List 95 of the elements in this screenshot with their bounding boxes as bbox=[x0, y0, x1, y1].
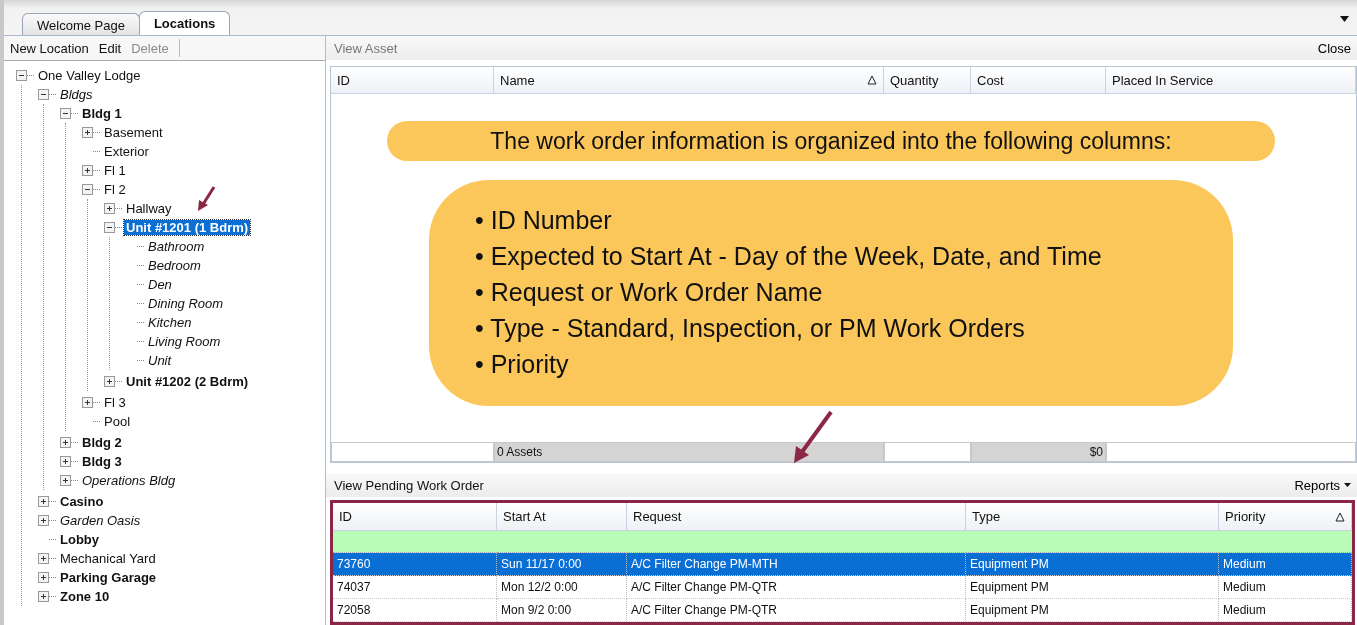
collapse-icon[interactable] bbox=[60, 108, 71, 119]
expand-icon[interactable] bbox=[82, 165, 93, 176]
collapse-icon[interactable] bbox=[38, 89, 49, 100]
callout-bullet: • Expected to Start At - Day of the Week, Date, and Time bbox=[475, 241, 1103, 272]
column-header[interactable]: Type bbox=[966, 503, 1219, 531]
tab[interactable]: Locations bbox=[138, 11, 231, 35]
expand-icon[interactable] bbox=[38, 553, 49, 564]
collapse-icon[interactable] bbox=[82, 184, 93, 195]
tree-item[interactable]: Bldg 1 bbox=[80, 106, 124, 121]
tree-item[interactable]: Bedroom bbox=[146, 258, 203, 273]
tree-item[interactable]: Zone 10 bbox=[58, 589, 112, 604]
new-row-cell[interactable] bbox=[1219, 531, 1352, 553]
column-header[interactable]: Quantity bbox=[884, 67, 971, 94]
tree-item[interactable]: Fl 3 bbox=[102, 395, 128, 410]
expand-icon[interactable] bbox=[38, 515, 49, 526]
column-header[interactable]: Cost bbox=[971, 67, 1106, 94]
tree-item[interactable]: Bldg 2 bbox=[80, 435, 124, 450]
tree-item[interactable]: Unit bbox=[146, 353, 174, 368]
column-header[interactable]: Start At bbox=[497, 503, 627, 531]
tree-item[interactable]: Kitchen bbox=[146, 315, 194, 330]
toolbar-button[interactable]: Edit bbox=[98, 40, 122, 56]
tree-item[interactable]: Dining Room bbox=[146, 296, 226, 311]
tree-item[interactable]: Hallway bbox=[124, 201, 174, 216]
collapse-icon[interactable] bbox=[104, 222, 115, 233]
tree-item[interactable]: Lobby bbox=[58, 532, 101, 547]
expand-icon[interactable] bbox=[104, 376, 115, 387]
panel-title: View Asset bbox=[334, 40, 398, 56]
column-header[interactable]: Request bbox=[627, 503, 966, 531]
table-cell: Mon 9/2 0:00 bbox=[497, 599, 627, 622]
summary-cell: 0 Assets bbox=[494, 442, 884, 462]
callout-bullet: • Priority bbox=[475, 349, 570, 380]
tree-item[interactable]: Bldgs bbox=[58, 87, 95, 102]
tree-item[interactable]: Parking Garage bbox=[58, 570, 159, 585]
callout-heading: The work order information is organized into the following columns: bbox=[387, 121, 1275, 161]
tree-item[interactable]: Living Room bbox=[146, 334, 223, 349]
table-cell: A/C Filter Change PM-QTR bbox=[627, 599, 966, 622]
tree-item[interactable]: Bathroom bbox=[146, 239, 207, 254]
new-row-cell[interactable] bbox=[333, 531, 497, 553]
table-cell: A/C Filter Change PM-MTH bbox=[627, 553, 966, 576]
table-cell: Medium bbox=[1219, 576, 1352, 599]
summary-cell: $0 bbox=[971, 442, 1106, 462]
pointer-arrow bbox=[792, 410, 834, 464]
tree-item[interactable]: Unit #1202 (2 Bdrm) bbox=[124, 374, 251, 389]
expand-icon[interactable] bbox=[104, 203, 115, 214]
column-header[interactable]: Priority bbox=[1219, 503, 1352, 531]
expand-icon[interactable] bbox=[60, 437, 71, 448]
column-header[interactable]: ID bbox=[333, 503, 497, 531]
table-cell: Equipment PM bbox=[966, 599, 1219, 622]
caret-icon bbox=[1344, 483, 1351, 487]
expand-icon[interactable] bbox=[38, 496, 49, 507]
callout-bullet: • Request or Work Order Name bbox=[475, 277, 824, 308]
tree-item[interactable]: Fl 1 bbox=[102, 163, 128, 178]
callout-bullet: • Type - Standard, Inspection, or PM Work Orders bbox=[475, 313, 1026, 344]
expand-icon[interactable] bbox=[38, 591, 49, 602]
tree-item[interactable]: Basement bbox=[102, 125, 165, 140]
expand-icon[interactable] bbox=[38, 572, 49, 583]
tree-item[interactable]: Garden Oasis bbox=[58, 513, 143, 528]
tree-item[interactable]: Exterior bbox=[102, 144, 151, 159]
callout-bullet: • ID Number bbox=[475, 205, 613, 236]
tree-item[interactable]: Casino bbox=[58, 494, 106, 509]
dropdown-icon[interactable] bbox=[1340, 16, 1349, 22]
column-header[interactable]: Placed In Service bbox=[1106, 67, 1356, 94]
tree-item[interactable]: Unit #1201 (1 Bdrm) bbox=[124, 220, 251, 235]
table-cell: Medium bbox=[1219, 553, 1352, 576]
expand-icon[interactable] bbox=[60, 475, 71, 486]
table-cell: Sun 11/17 0:00 bbox=[497, 553, 627, 576]
table-cell: A/C Filter Change PM-QTR bbox=[627, 576, 966, 599]
table-cell: 72058 bbox=[333, 599, 497, 622]
expand-icon[interactable] bbox=[82, 127, 93, 138]
table-cell: Medium bbox=[1219, 599, 1352, 622]
expand-icon[interactable] bbox=[82, 397, 93, 408]
panel-title: View Pending Work Order bbox=[334, 477, 484, 493]
table-cell: Equipment PM bbox=[966, 553, 1219, 576]
reports-button[interactable]: Reports bbox=[1294, 477, 1351, 493]
close-button[interactable]: Close bbox=[1317, 40, 1351, 56]
toolbar-button[interactable]: New Location bbox=[10, 40, 89, 56]
tab[interactable]: Welcome Page bbox=[22, 13, 140, 35]
table-cell: Equipment PM bbox=[966, 576, 1219, 599]
tree-item[interactable]: Pool bbox=[102, 414, 133, 429]
table-cell: 74037 bbox=[333, 576, 497, 599]
collapse-icon[interactable] bbox=[16, 70, 27, 81]
table-cell: Mon 12/2 0:00 bbox=[497, 576, 627, 599]
expand-icon[interactable] bbox=[60, 456, 71, 467]
tree-item[interactable]: Operations Bldg bbox=[80, 473, 178, 488]
column-header[interactable]: Name bbox=[494, 67, 884, 94]
table-cell: 73760 bbox=[333, 553, 497, 576]
pointer-arrow bbox=[197, 186, 217, 212]
tree-item[interactable]: Mechanical Yard bbox=[58, 551, 158, 566]
tree-item[interactable]: One Valley Lodge bbox=[36, 68, 143, 83]
column-header[interactable]: ID bbox=[331, 67, 494, 94]
tree-item[interactable]: Fl 2 bbox=[102, 182, 128, 197]
tree-item[interactable]: Bldg 3 bbox=[80, 454, 124, 469]
sort-icon bbox=[867, 75, 877, 85]
sort-icon bbox=[1335, 511, 1345, 522]
tree-item[interactable]: Den bbox=[146, 277, 174, 292]
